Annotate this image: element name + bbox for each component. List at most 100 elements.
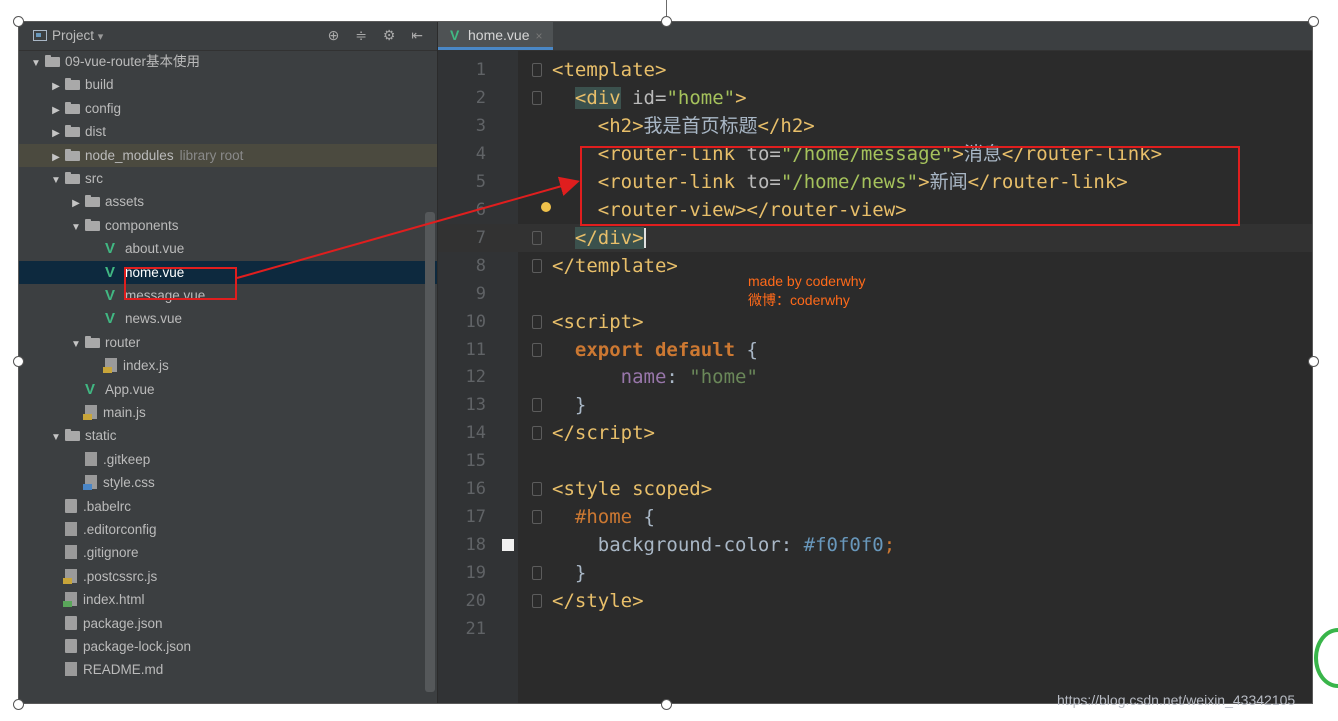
fold-close-icon[interactable] (532, 566, 542, 581)
file-icon (85, 451, 97, 466)
tree-item[interactable]: ▼ src (19, 167, 437, 190)
fold-open-icon[interactable] (532, 63, 542, 77)
fold-open-icon[interactable] (532, 482, 542, 497)
code-line[interactable]: 3 <h2>我是首页标题</h2> (438, 112, 1312, 140)
tree-item[interactable]: Vabout.vue (19, 237, 437, 260)
line-number: 9 (475, 283, 486, 304)
collapse-arrow-icon[interactable]: ▶ (67, 192, 85, 215)
tree-item[interactable]: README.md (19, 658, 437, 681)
tree-item-label: .babelrc (83, 498, 132, 514)
js-file-icon (63, 568, 77, 584)
fold-close-icon[interactable] (532, 594, 542, 609)
lightbulb-icon[interactable] (541, 201, 551, 212)
code-line[interactable]: 16 <style scoped> (438, 475, 1312, 503)
tree-item[interactable]: V App.vue (19, 378, 437, 401)
fold-open-icon[interactable] (532, 510, 542, 525)
tree-item[interactable]: package.json (19, 612, 437, 635)
config-file-icon (65, 639, 77, 653)
code-line[interactable]: 11 export default { (438, 336, 1312, 364)
tree-item[interactable]: .gitignore (19, 541, 437, 564)
collapse-arrow-icon[interactable]: ▶ (47, 99, 65, 122)
color-swatch-icon[interactable] (502, 539, 514, 552)
tree-item[interactable]: Vnews.vue (19, 307, 437, 330)
code-line[interactable]: 21 (438, 615, 1312, 643)
folder-icon (85, 218, 100, 231)
resize-handle-bottom-left[interactable] (13, 699, 24, 710)
code-line[interactable]: 9 (438, 280, 1312, 308)
expand-arrow-icon[interactable]: ▼ (47, 169, 65, 192)
resize-handle-top-center[interactable] (661, 16, 672, 27)
resize-handle-mid-right[interactable] (1308, 356, 1319, 367)
resize-handle-top-left[interactable] (13, 16, 24, 27)
resize-handle-top-right[interactable] (1308, 16, 1319, 27)
code-line[interactable]: 13 } (438, 391, 1312, 419)
tree-item[interactable]: .editorconfig (19, 518, 437, 541)
expand-arrow-icon[interactable]: ▼ (67, 333, 85, 356)
fold-close-icon[interactable] (532, 426, 542, 441)
expand-arrow-icon[interactable]: ▼ (47, 426, 65, 449)
fold-open-icon[interactable] (532, 90, 542, 105)
fold-open-icon[interactable] (532, 314, 542, 329)
fold-close-icon[interactable] (532, 398, 542, 413)
tree-item[interactable]: style.css (19, 471, 437, 494)
tab-home-vue[interactable]: Vhome.vue × (438, 22, 553, 50)
resize-handle-bottom-center[interactable] (661, 699, 672, 710)
code-line[interactable]: 14 </script> (438, 419, 1312, 447)
code-line[interactable]: 7 </div> (438, 223, 1312, 252)
fold-close-icon[interactable] (532, 258, 542, 273)
code-line[interactable]: 1 <template> (438, 56, 1312, 84)
tree-item[interactable]: ▼ components (19, 214, 437, 237)
code-line[interactable]: 10 <script> (438, 308, 1312, 336)
line-number: 8 (475, 255, 486, 276)
sidebar-scrollbar[interactable] (425, 212, 435, 692)
vue-icon: V (105, 240, 116, 258)
code-line[interactable]: 15 (438, 447, 1312, 475)
collapse-arrow-icon[interactable]: ▶ (47, 75, 65, 98)
tree-item-label: README.md (83, 662, 164, 678)
code-line[interactable]: 20 </style> (438, 587, 1312, 615)
close-icon[interactable]: × (535, 29, 542, 43)
tree-item[interactable]: main.js (19, 401, 437, 424)
project-toolbar-icons[interactable]: ⊕ ≑ ⚙ ⇤ (328, 27, 429, 44)
fold-open-icon[interactable] (532, 342, 542, 357)
code-line[interactable]: 17 #home { (438, 503, 1312, 531)
line-number: 4 (475, 143, 486, 164)
tab-label: home.vue (468, 27, 530, 43)
tree-item[interactable]: ▶ assets (19, 190, 437, 213)
project-title: Project (52, 28, 95, 43)
tree-item-label: components (105, 217, 179, 233)
tree-item[interactable]: .babelrc (19, 495, 437, 518)
collapse-arrow-icon[interactable]: ▶ (47, 122, 65, 145)
tree-item[interactable]: ▶ config (19, 97, 437, 120)
tree-item-label: App.vue (105, 381, 155, 397)
code-line[interactable]: 12 name: "home" (438, 363, 1312, 391)
tree-item[interactable]: index.html (19, 588, 437, 611)
code-editor[interactable]: Vhome.vue × 1 <template> 2 <div id="home"> 3… (438, 22, 1312, 703)
folder-icon (65, 148, 80, 161)
tree-item[interactable]: index.js (19, 354, 437, 377)
collapse-arrow-icon[interactable]: ▶ (47, 146, 65, 169)
code-line[interactable]: 8 </template> (438, 252, 1312, 280)
tree-item[interactable]: .gitkeep (19, 448, 437, 471)
expand-arrow-icon[interactable]: ▼ (67, 216, 85, 239)
vue-icon: V (105, 287, 116, 304)
code-line[interactable]: 2 <div id="home"> (438, 84, 1312, 112)
fold-close-icon[interactable] (532, 230, 542, 245)
tree-item[interactable]: ▼ static (19, 424, 437, 447)
code-text: name: "home" (620, 366, 758, 389)
tree-item[interactable]: .postcssrc.js (19, 565, 437, 588)
tree-item[interactable]: ▶ dist (19, 120, 437, 143)
code-text: <template> (552, 59, 667, 81)
tree-item[interactable]: ▶ node_modules library root (19, 143, 437, 169)
tree-item[interactable]: ▼ 09-vue-router基本使用 (19, 50, 437, 73)
code-line[interactable]: 18 background-color: #f0f0f0; (438, 531, 1312, 559)
project-dropdown[interactable]: Project ▾ (33, 28, 103, 43)
tree-item[interactable]: ▼ router (19, 331, 437, 354)
tree-item[interactable]: ▶ build (19, 73, 437, 96)
expand-arrow-icon[interactable]: ▼ (27, 52, 45, 75)
tree-item[interactable]: package-lock.json (19, 635, 437, 658)
code-text: </template> (552, 254, 678, 277)
resize-handle-mid-left[interactable] (13, 356, 24, 367)
top-center-guide (666, 0, 667, 16)
code-line[interactable]: 19 } (438, 559, 1312, 587)
